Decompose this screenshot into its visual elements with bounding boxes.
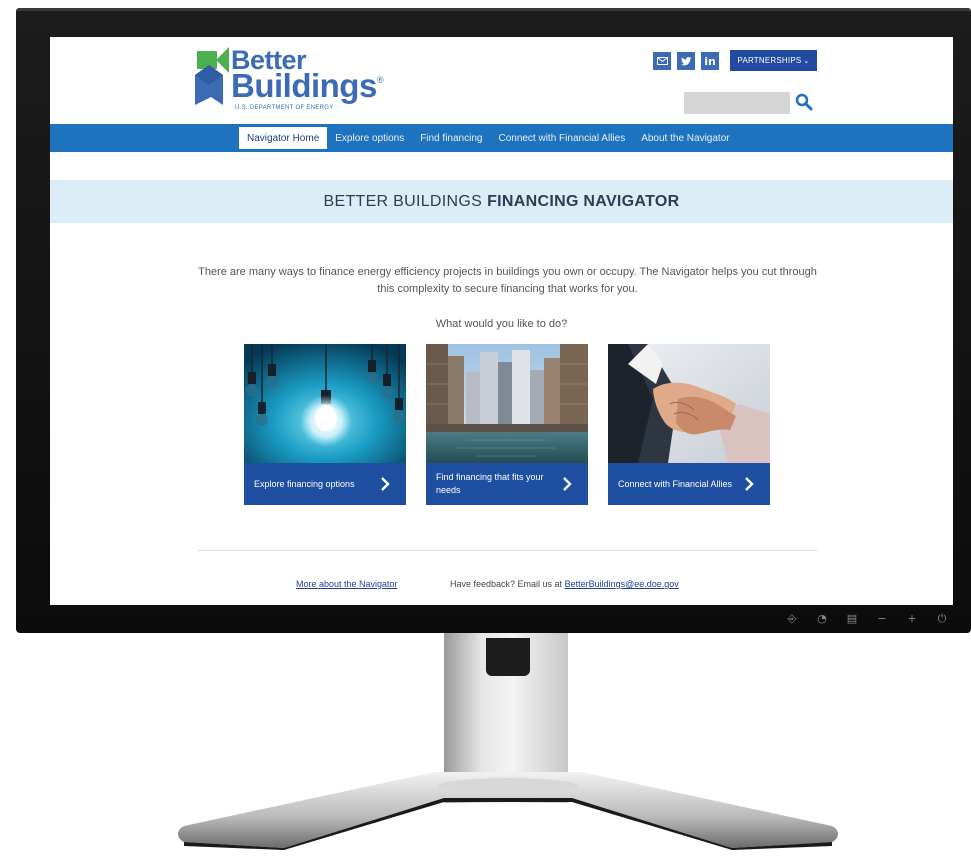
more-about-navigator-link[interactable]: More about the Navigator — [296, 579, 398, 589]
nav-item-about-navigator[interactable]: About the Navigator — [633, 127, 737, 149]
card-find-financing[interactable]: Find financing that fits your needs — [426, 344, 588, 505]
partnerships-label: PARTNERSHIPS — [737, 56, 802, 65]
card-label: Explore financing options — [254, 478, 355, 489]
monitor-controls: ⎆ ◔ ▤ − + ⏻ — [785, 612, 949, 626]
power-icon[interactable]: ⏻ — [935, 612, 949, 626]
page-title: BETTER BUILDINGS FINANCING NAVIGATOR — [50, 180, 953, 223]
card-band: Explore financing options — [244, 463, 406, 505]
footer-divider — [197, 550, 817, 551]
main-nav: Navigator Home Explore options Find fina… — [50, 124, 953, 152]
feedback-text: Have feedback? Email us at — [450, 579, 563, 589]
bezel-highlight — [16, 8, 971, 11]
menu-icon[interactable]: ▤ — [845, 612, 859, 626]
card-label: Connect with Financial Allies — [618, 478, 733, 489]
question-text: What would you like to do? — [435, 318, 568, 330]
logo-arrow-icon — [195, 47, 229, 105]
chevron-down-icon: ⌄ — [803, 57, 810, 65]
browser-screen: Better Buildings ® U.S. DEPARTMENT OF EN… — [50, 37, 953, 605]
twitter-icon[interactable] — [677, 52, 695, 70]
city-skyline-image — [426, 344, 588, 463]
handshake-image — [608, 344, 770, 463]
page-title-light: BETTER BUILDINGS — [323, 192, 483, 210]
feedback-line: Have feedback? Email us at BetterBuildin… — [450, 579, 679, 589]
chevron-right-icon — [745, 477, 754, 491]
partnerships-dropdown[interactable]: PARTNERSHIPS ⌄ — [730, 50, 817, 71]
chevron-right-icon — [563, 477, 572, 491]
chevron-right-icon — [381, 477, 390, 491]
lightbulbs-image — [244, 344, 406, 463]
plus-icon[interactable]: + — [905, 612, 919, 626]
logo-text-buildings: Buildings — [231, 67, 377, 104]
logo-doe-subtitle: U.S. DEPARTMENT OF ENERGY — [235, 105, 334, 111]
auto-adjust-icon[interactable]: ◔ — [815, 612, 829, 626]
intro-text: There are many ways to finance energy ef… — [198, 266, 817, 295]
card-band: Find financing that fits your needs — [426, 463, 588, 505]
card-label: Find financing that fits your needs — [436, 472, 544, 495]
linkedin-icon[interactable]: in — [701, 52, 719, 70]
email-icon[interactable] — [653, 52, 671, 70]
card-band: Connect with Financial Allies — [608, 463, 770, 505]
nav-item-find-financing[interactable]: Find financing — [412, 127, 490, 149]
minus-icon[interactable]: − — [875, 612, 889, 626]
nav-item-explore-options[interactable]: Explore options — [327, 127, 412, 149]
input-source-icon[interactable]: ⎆ — [785, 612, 799, 626]
nav-items: Navigator Home Explore options Find fina… — [239, 127, 738, 149]
social-links: in — [653, 52, 719, 70]
monitor-stand-base — [178, 772, 838, 850]
page-title-bold: FINANCING NAVIGATOR — [487, 192, 680, 210]
email-link[interactable]: BetterBuildings@ee.doe.gov — [565, 579, 679, 589]
search-button[interactable] — [792, 90, 816, 114]
card-explore-financing[interactable]: Explore financing options — [244, 344, 406, 505]
nav-item-connect-allies[interactable]: Connect with Financial Allies — [490, 127, 633, 149]
better-buildings-logo[interactable]: Better Buildings ® U.S. DEPARTMENT OF EN… — [195, 45, 395, 121]
search-icon — [795, 93, 813, 111]
registered-mark: ® — [377, 75, 384, 85]
search-input[interactable] — [684, 92, 790, 114]
card-connect-allies[interactable]: Connect with Financial Allies — [608, 344, 770, 505]
nav-item-navigator-home[interactable]: Navigator Home — [239, 127, 328, 149]
monitor-stand-slot — [486, 638, 530, 676]
